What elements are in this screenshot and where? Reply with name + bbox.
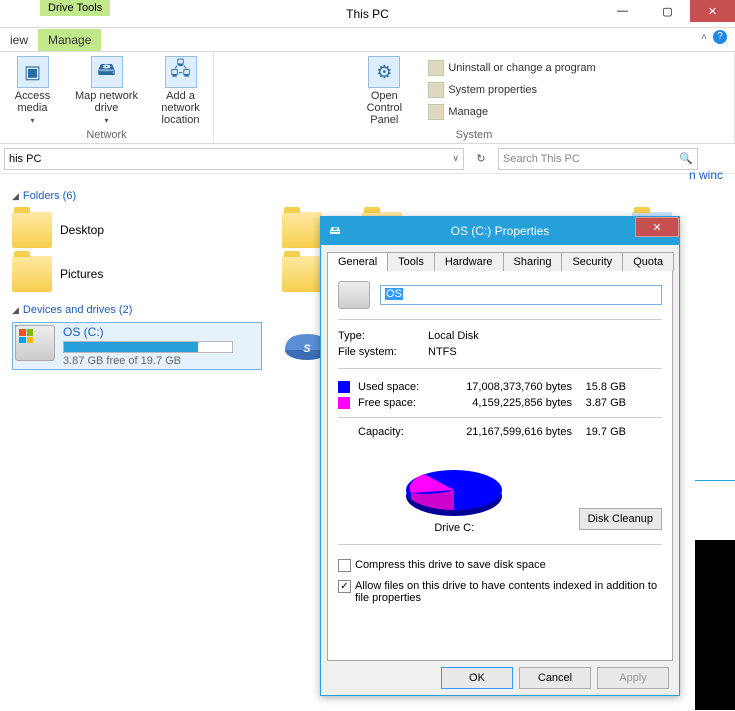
help-icon[interactable]: ? <box>713 30 727 44</box>
props-titlebar[interactable]: 🖴 OS (C:) Properties ✕ <box>321 217 679 245</box>
address-row: his PC∨ ↻ Search This PC🔍 <box>0 144 735 174</box>
search-icon: 🔍 <box>679 152 693 165</box>
ribbon-collapse-icon[interactable]: ˄ <box>701 32 707 43</box>
index-checkbox-row[interactable]: Allow files on this drive to have conten… <box>338 580 662 604</box>
ribbon: ▣ Access media▾ 🖴 Map network drive▾ 🖧 A… <box>0 52 735 144</box>
main-titlebar: Drive Tools This PC — ▢ ✕ <box>0 0 735 28</box>
refresh-button[interactable]: ↻ <box>470 148 492 170</box>
minimize-button[interactable]: — <box>600 0 645 22</box>
capacity-pie-chart <box>394 460 514 520</box>
system-props-icon <box>428 82 444 98</box>
drive-name-input[interactable]: OS <box>380 285 662 305</box>
fs-label: File system: <box>338 346 428 358</box>
disk-cleanup-button[interactable]: Disk Cleanup <box>579 508 662 530</box>
tab-tools[interactable]: Tools <box>387 252 435 271</box>
ribbon-tabrow: iew Manage ˄ ? <box>0 28 735 52</box>
maximize-button[interactable]: ▢ <box>645 0 690 22</box>
manage-icon <box>428 104 444 120</box>
index-checkbox[interactable] <box>338 580 351 593</box>
group-label-system: System <box>456 127 493 141</box>
props-title: OS (C:) Properties <box>321 224 679 238</box>
svg-text:S: S <box>303 343 311 355</box>
compress-checkbox-row[interactable]: Compress this drive to save disk space <box>338 559 662 572</box>
group-label-network: Network <box>86 127 126 141</box>
partial-text: n winc <box>689 168 735 182</box>
collapse-icon: ◢ <box>12 191 19 202</box>
drive-icon <box>338 281 370 309</box>
tab-view[interactable]: iew <box>0 29 38 51</box>
folder-icon <box>282 212 322 248</box>
folder-pictures[interactable]: Pictures <box>12 252 252 296</box>
close-button[interactable]: ✕ <box>690 0 735 22</box>
tab-hardware[interactable]: Hardware <box>434 252 504 271</box>
tab-security[interactable]: Security <box>561 252 623 271</box>
apply-button[interactable]: Apply <box>597 667 669 689</box>
props-tabs: General Tools Hardware Sharing Security … <box>327 251 673 270</box>
network-location-icon: 🖧 <box>165 56 197 88</box>
drive-icon <box>15 325 55 361</box>
capacity-row: Capacity: 21,167,599,616 bytes 19.7 GB <box>338 426 662 438</box>
drive-os-c[interactable]: ✓ OS (C:) 3.87 GB free of 19.7 GB <box>12 322 262 370</box>
partial-black <box>695 540 735 710</box>
props-close-button[interactable]: ✕ <box>635 217 679 237</box>
partial-line <box>695 480 735 481</box>
folder-desktop[interactable]: Desktop <box>12 208 252 252</box>
manage-button[interactable]: Manage <box>428 102 595 122</box>
drive-name: OS (C:) <box>63 325 259 339</box>
search-input[interactable]: Search This PC🔍 <box>498 148 698 170</box>
system-properties-button[interactable]: System properties <box>428 80 595 100</box>
compress-checkbox[interactable] <box>338 559 351 572</box>
ok-button[interactable]: OK <box>441 667 513 689</box>
add-network-location-button[interactable]: 🖧 Add a network location <box>149 56 213 126</box>
control-panel-icon: ⚙ <box>368 56 400 88</box>
tab-quota[interactable]: Quota <box>622 252 674 271</box>
open-control-panel-button[interactable]: ⚙ Open Control Panel <box>352 56 416 126</box>
fs-value: NTFS <box>428 346 662 358</box>
used-space-row: Used space: 17,008,373,760 bytes 15.8 GB <box>338 381 662 393</box>
drive-free-text: 3.87 GB free of 19.7 GB <box>63 355 259 367</box>
pie-label: Drive C: <box>434 522 474 534</box>
cancel-button[interactable]: Cancel <box>519 667 591 689</box>
capacity-bar <box>63 341 233 353</box>
folder-icon <box>12 212 52 248</box>
used-swatch <box>338 381 350 393</box>
properties-dialog: 🖴 OS (C:) Properties ✕ General Tools Har… <box>320 216 680 696</box>
type-label: Type: <box>338 330 428 342</box>
folder-icon <box>282 256 322 292</box>
type-value: Local Disk <box>428 330 662 342</box>
tab-sharing[interactable]: Sharing <box>503 252 563 271</box>
network-drive-icon: 🖴 <box>91 56 123 88</box>
access-media-button[interactable]: ▣ Access media▾ <box>1 56 65 126</box>
free-space-row: Free space: 4,159,225,856 bytes 3.87 GB <box>338 397 662 409</box>
uninstall-program-button[interactable]: Uninstall or change a program <box>428 58 595 78</box>
free-swatch <box>338 397 350 409</box>
uninstall-icon <box>428 60 444 76</box>
chevron-down-icon[interactable]: ∨ <box>452 153 459 164</box>
collapse-icon: ◢ <box>12 305 19 316</box>
address-input[interactable]: his PC∨ <box>4 148 464 170</box>
folders-header[interactable]: ◢ Folders (6) <box>12 190 723 202</box>
map-network-drive-button[interactable]: 🖴 Map network drive▾ <box>75 56 139 126</box>
tab-manage[interactable]: Manage <box>38 29 101 51</box>
folder-icon <box>12 256 52 292</box>
media-icon: ▣ <box>17 56 49 88</box>
tab-general[interactable]: General <box>327 252 388 271</box>
